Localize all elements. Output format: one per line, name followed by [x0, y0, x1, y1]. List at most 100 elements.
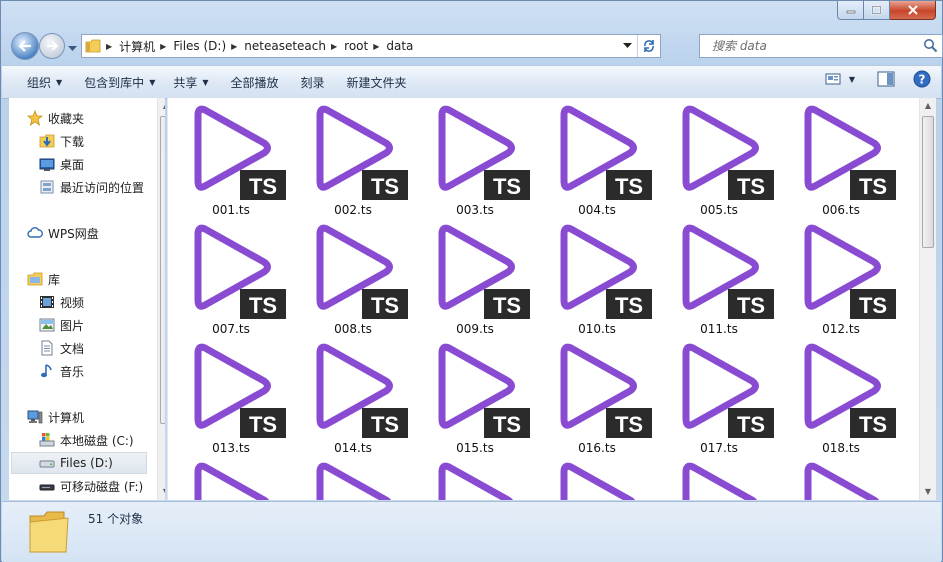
scroll-down-arrow-icon[interactable]: ▼: [923, 487, 933, 497]
file-item[interactable]: TS: [664, 455, 774, 500]
sidebar-item-libraries[interactable]: 库: [27, 269, 60, 289]
include-in-library-menu[interactable]: 包含到库中 ▼: [75, 70, 164, 94]
cloud-icon: [27, 225, 43, 241]
breadcrumb-neteaseteach[interactable]: neteaseteach: [241, 35, 329, 57]
file-item[interactable]: TS: [176, 455, 286, 500]
file-type-badge: TS: [371, 412, 399, 437]
scroll-up-arrow-icon[interactable]: ▲: [161, 101, 165, 111]
share-menu[interactable]: 共享 ▼: [164, 70, 217, 94]
breadcrumb-separator-icon[interactable]: ▶: [329, 42, 341, 51]
close-icon: [907, 5, 918, 15]
file-list-scrollbar[interactable]: ▲ ▼: [919, 98, 936, 500]
maximize-button[interactable]: [864, 1, 890, 20]
sidebar-item-computer[interactable]: 计算机: [27, 407, 84, 427]
file-item[interactable]: TS 010.ts: [542, 217, 652, 336]
preview-pane-icon[interactable]: [877, 71, 895, 87]
address-folder-icon: [82, 35, 104, 57]
ts-video-file-icon: TS: [316, 462, 392, 500]
scroll-up-arrow-icon[interactable]: ▲: [923, 101, 933, 111]
refresh-button[interactable]: [637, 35, 660, 57]
file-item[interactable]: TS: [542, 455, 652, 500]
recent-pages-dropdown[interactable]: [68, 41, 77, 55]
file-type-badge: TS: [493, 412, 521, 437]
file-item[interactable]: TS 012.ts: [786, 217, 896, 336]
document-icon: [39, 340, 55, 356]
sidebar-item-documents[interactable]: 文档: [39, 338, 84, 358]
file-type-badge: TS: [859, 174, 887, 199]
close-button[interactable]: [890, 1, 936, 20]
file-name: 014.ts: [334, 441, 372, 455]
sidebar-item-favorites[interactable]: 收藏夹: [27, 108, 84, 128]
minimize-button[interactable]: [837, 1, 864, 20]
address-history-dropdown[interactable]: [618, 35, 636, 57]
back-button[interactable]: [11, 32, 39, 60]
file-name: 008.ts: [334, 322, 372, 336]
breadcrumb-computer[interactable]: 计算机: [116, 35, 158, 57]
play-all-button[interactable]: 全部播放: [222, 70, 288, 94]
file-name: 002.ts: [334, 203, 372, 217]
file-item[interactable]: TS 007.ts: [176, 217, 286, 336]
navigation-pane-scrollbar[interactable]: ▲ ▼: [157, 98, 165, 500]
address-bar[interactable]: ▶ 计算机 ▶ Files (D:) ▶ neteaseteach ▶ root…: [81, 34, 661, 58]
file-item[interactable]: TS: [420, 455, 530, 500]
file-item[interactable]: TS 014.ts: [298, 336, 408, 455]
file-item[interactable]: TS 013.ts: [176, 336, 286, 455]
file-item[interactable]: TS 001.ts: [176, 98, 286, 217]
caret-down-icon: ▼: [56, 77, 63, 87]
file-item[interactable]: TS 017.ts: [664, 336, 774, 455]
breadcrumb-separator-icon[interactable]: ▶: [158, 42, 170, 51]
file-item[interactable]: TS 009.ts: [420, 217, 530, 336]
file-item[interactable]: TS 002.ts: [298, 98, 408, 217]
organize-menu[interactable]: 组织 ▼: [18, 70, 71, 94]
search-icon[interactable]: [923, 38, 938, 53]
breadcrumb-separator-icon[interactable]: ▶: [371, 42, 383, 51]
new-folder-button[interactable]: 新建文件夹: [338, 70, 416, 94]
sidebar-item-downloads[interactable]: 下载: [39, 131, 84, 151]
file-item[interactable]: TS 003.ts: [420, 98, 530, 217]
sidebar-item-recent-places[interactable]: 最近访问的位置: [39, 177, 144, 197]
file-item[interactable]: TS: [786, 455, 896, 500]
file-name: 001.ts: [212, 203, 250, 217]
sidebar-item-removable-f[interactable]: 可移动磁盘 (F:): [39, 476, 143, 496]
ts-video-file-icon: TS: [682, 343, 774, 438]
details-pane: 51 个对象: [2, 501, 941, 562]
file-item[interactable]: TS 006.ts: [786, 98, 896, 217]
file-name: 015.ts: [456, 441, 494, 455]
search-input[interactable]: [710, 38, 924, 54]
file-item[interactable]: TS 004.ts: [542, 98, 652, 217]
ts-video-file-icon: TS: [560, 343, 652, 438]
sidebar-item-label: 音乐: [60, 364, 85, 379]
sidebar-item-local-disk-c[interactable]: 本地磁盘 (C:): [39, 430, 134, 450]
sidebar-item-files-d[interactable]: Files (D:): [11, 452, 147, 474]
burn-button[interactable]: 刻录: [292, 70, 334, 94]
breadcrumb-root[interactable]: root: [341, 35, 371, 57]
scrollbar-thumb[interactable]: [922, 116, 934, 248]
sidebar-item-wps-cloud[interactable]: WPS网盘: [27, 223, 99, 243]
scrollbar-thumb[interactable]: [160, 116, 165, 424]
breadcrumb-files-d[interactable]: Files (D:): [170, 35, 229, 57]
sidebar-item-desktop[interactable]: 桌面: [39, 154, 84, 174]
file-item[interactable]: TS: [298, 455, 408, 500]
file-item[interactable]: TS 011.ts: [664, 217, 774, 336]
breadcrumb-separator-icon[interactable]: ▶: [229, 42, 241, 51]
file-item[interactable]: TS 015.ts: [420, 336, 530, 455]
scroll-down-arrow-icon[interactable]: ▼: [161, 487, 165, 497]
file-item[interactable]: TS 005.ts: [664, 98, 774, 217]
sidebar-item-videos[interactable]: 视频: [39, 292, 84, 312]
chevron-down-icon: [68, 46, 77, 51]
file-item[interactable]: TS 016.ts: [542, 336, 652, 455]
search-box: [699, 34, 943, 58]
forward-button[interactable]: [39, 33, 65, 59]
breadcrumb-separator-icon[interactable]: ▶: [104, 42, 116, 51]
ts-video-file-icon: TS: [316, 343, 408, 438]
view-options-caret-icon[interactable]: ▼: [849, 75, 855, 84]
change-view-icon[interactable]: [825, 72, 841, 86]
ts-video-file-icon: TS: [316, 224, 408, 319]
file-item[interactable]: TS 008.ts: [298, 217, 408, 336]
file-item[interactable]: TS 018.ts: [786, 336, 896, 455]
breadcrumb-data[interactable]: data: [383, 35, 416, 57]
help-icon[interactable]: ?: [913, 70, 931, 88]
sidebar-item-music[interactable]: 音乐: [39, 361, 84, 381]
file-name: 005.ts: [700, 203, 738, 217]
sidebar-item-pictures[interactable]: 图片: [39, 315, 84, 335]
